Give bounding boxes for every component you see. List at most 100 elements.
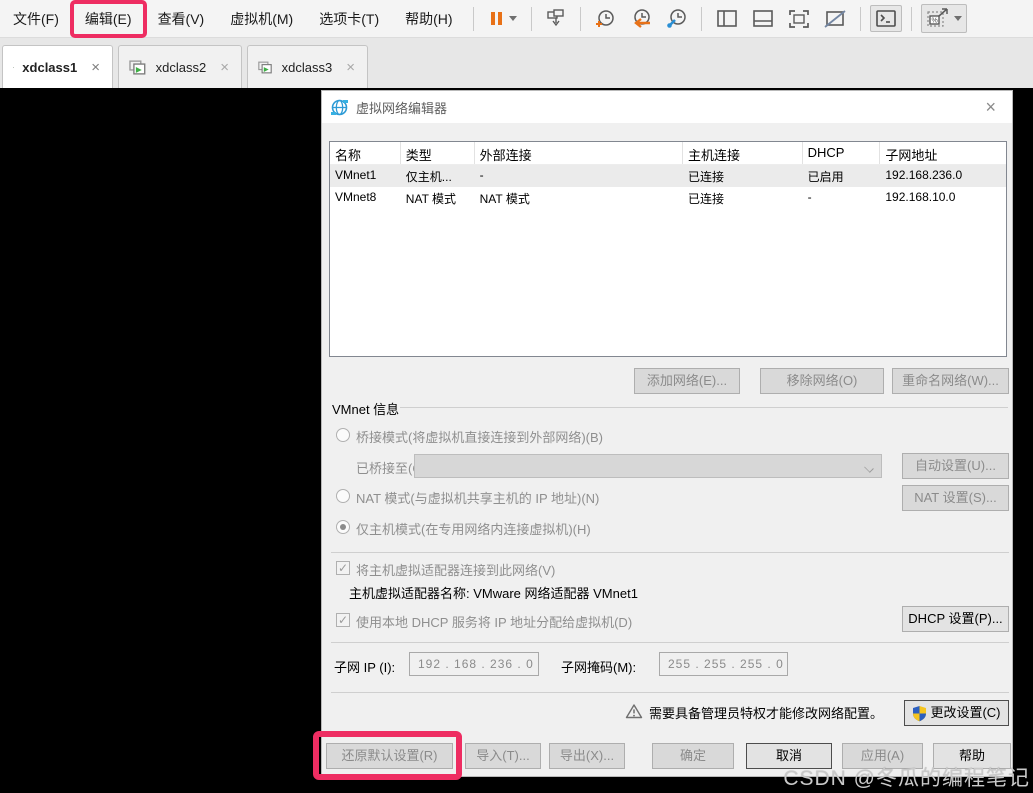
menu-help[interactable]: 帮助(H): [392, 3, 465, 35]
chevron-down-icon: [508, 16, 517, 21]
vmware-workstation-window: 文件(F) 编辑(E) 查看(V) 虚拟机(M) 选项卡(T) 帮助(H) % …: [0, 0, 1033, 793]
cell[interactable]: NAT 模式: [401, 187, 475, 209]
dialog-title: 虚拟网络编辑器: [356, 100, 448, 116]
nat-mode-label: NAT 模式(与虚拟机共享主机的 IP 地址)(N): [356, 491, 600, 506]
separator: [331, 552, 1009, 553]
virtual-network-editor-dialog: 虚拟网络编辑器 × 名称 类型 外部连接 主机连接 DHCP 子网地址 VMne…: [313, 90, 1013, 780]
host-only-label: 仅主机模式(在专用网络内连接虚拟机)(H): [356, 522, 591, 537]
bridged-mode-radio[interactable]: [336, 428, 350, 442]
toolbar-separator: [910, 6, 912, 31]
host-only-radio[interactable]: [336, 520, 350, 534]
pause-icon[interactable]: [483, 6, 522, 31]
nat-settings-button[interactable]: NAT 设置(S)...: [902, 485, 1009, 511]
menu-edit[interactable]: 编辑(E): [69, 0, 147, 38]
tab-xdclass3[interactable]: xdclass3 ×: [247, 45, 368, 88]
bridged-to-select[interactable]: [414, 454, 882, 478]
network-globe-icon: [331, 99, 348, 115]
uac-shield-icon: [913, 705, 927, 721]
subnet-ip-field[interactable]: 192 . 168 . 236 . 0: [409, 652, 539, 676]
subnet-ip-label: 子网 IP (I):: [334, 660, 396, 675]
toolbar-separator: [700, 6, 702, 31]
dhcp-settings-button[interactable]: DHCP 设置(P)...: [902, 606, 1009, 632]
separator: [331, 642, 1009, 643]
close-icon[interactable]: ×: [87, 60, 104, 75]
toolbar-separator: [579, 6, 581, 31]
network-table[interactable]: 名称 类型 外部连接 主机连接 DHCP 子网地址 VMnet1 仅主机... …: [329, 141, 1007, 357]
tab-label: xdclass1: [22, 59, 78, 75]
change-settings-label: 更改设置(C): [930, 705, 1001, 720]
export-button[interactable]: 导出(X)...: [549, 743, 625, 769]
unity-mode-icon[interactable]: [819, 5, 851, 33]
toolbar-separator: [472, 6, 474, 31]
col-type: 类型: [401, 142, 475, 164]
subnet-mask-label: 子网掩码(M):: [561, 660, 637, 675]
fullscreen-icon[interactable]: [783, 5, 815, 33]
cell[interactable]: 192.168.236.0: [880, 165, 1006, 187]
table-row-vmnet8[interactable]: VMnet8 NAT 模式 NAT 模式 已连接 - 192.168.10.0: [330, 187, 1006, 209]
col-host: 主机连接: [683, 142, 803, 164]
tab-xdclass2[interactable]: xdclass2 ×: [118, 45, 242, 88]
cell[interactable]: VMnet8: [330, 187, 401, 209]
revert-snapshot-icon[interactable]: [625, 5, 657, 33]
show-thumbnail-bar-icon[interactable]: [747, 5, 779, 32]
cell[interactable]: 已连接: [683, 187, 803, 209]
menu-file[interactable]: 文件(F): [0, 3, 72, 35]
tab-label: xdclass2: [155, 59, 207, 75]
subnet-mask-field[interactable]: 255 . 255 . 255 . 0: [659, 652, 788, 676]
col-dhcp: DHCP: [803, 142, 881, 164]
close-icon[interactable]: ×: [342, 60, 359, 75]
tab-label: xdclass3: [281, 59, 333, 75]
remove-network-button[interactable]: 移除网络(O): [760, 368, 884, 394]
cell[interactable]: -: [803, 187, 881, 209]
connect-adapter-checkbox[interactable]: ✓: [336, 561, 350, 575]
cell[interactable]: NAT 模式: [475, 187, 683, 209]
warning-icon: [625, 704, 643, 719]
send-ctrl-alt-del-icon[interactable]: [541, 5, 571, 32]
ok-button[interactable]: 确定: [652, 743, 734, 769]
import-button[interactable]: 导入(T)...: [465, 743, 541, 769]
group-line: [400, 407, 1008, 408]
menu-vm[interactable]: 虚拟机(M): [217, 3, 306, 35]
take-snapshot-icon[interactable]: [590, 5, 621, 33]
toolbar-separator: [530, 6, 532, 31]
tab-xdclass1[interactable]: xdclass1 ×: [2, 45, 113, 88]
csdn-watermark: CSDN @冬瓜的编程笔记: [783, 767, 1030, 790]
dialog-title-bar: 虚拟网络编辑器 ×: [322, 91, 1012, 123]
vm-icon: [13, 66, 15, 68]
table-row-vmnet1[interactable]: VMnet1 仅主机... - 已连接 已启用 192.168.236.0: [330, 165, 1006, 187]
cell[interactable]: 已连接: [683, 165, 803, 187]
cell[interactable]: 192.168.10.0: [880, 187, 1006, 209]
zoom-fit-icon[interactable]: %: [920, 4, 967, 33]
vm-icon: [129, 59, 146, 75]
toolbar-separator: [859, 6, 861, 31]
menu-view[interactable]: 查看(V): [145, 3, 218, 35]
bridged-mode-label: 桥接模式(将虚拟机直接连接到外部网络)(B): [356, 430, 603, 445]
auto-settings-button[interactable]: 自动设置(U)...: [902, 453, 1009, 479]
dhcp-checkbox[interactable]: ✓: [336, 613, 350, 627]
rename-network-button[interactable]: 重命名网络(W)...: [892, 368, 1009, 394]
nat-mode-radio[interactable]: [336, 489, 350, 503]
cell[interactable]: VMnet1: [330, 165, 401, 187]
snapshot-manager-icon[interactable]: [661, 5, 692, 33]
svg-text:%: %: [931, 18, 937, 25]
close-icon[interactable]: ×: [979, 95, 1002, 120]
cell[interactable]: 已启用: [803, 165, 881, 187]
menu-tabs[interactable]: 选项卡(T): [306, 3, 392, 35]
vmnet-info-group-label: VMnet 信息: [332, 402, 400, 417]
console-view-icon[interactable]: [869, 5, 902, 32]
change-settings-button[interactable]: 更改设置(C): [904, 700, 1009, 726]
add-network-button[interactable]: 添加网络(E)...: [634, 368, 740, 394]
col-subnet: 子网地址: [885, 148, 938, 163]
cell[interactable]: -: [475, 165, 683, 187]
chevron-down-icon: [953, 16, 962, 21]
col-external: 外部连接: [475, 142, 683, 164]
col-name: 名称: [330, 142, 401, 164]
show-library-icon[interactable]: [711, 5, 743, 32]
admin-warning-text: 需要具备管理员特权才能修改网络配置。: [649, 706, 884, 721]
close-icon[interactable]: ×: [216, 60, 233, 75]
restore-defaults-button[interactable]: 还原默认设置(R): [313, 731, 462, 780]
dhcp-checkbox-label: 使用本地 DHCP 服务将 IP 地址分配给虚拟机(D): [356, 615, 633, 630]
separator: [331, 692, 1009, 693]
vm-icon: [258, 61, 272, 73]
cell[interactable]: 仅主机...: [401, 165, 475, 187]
